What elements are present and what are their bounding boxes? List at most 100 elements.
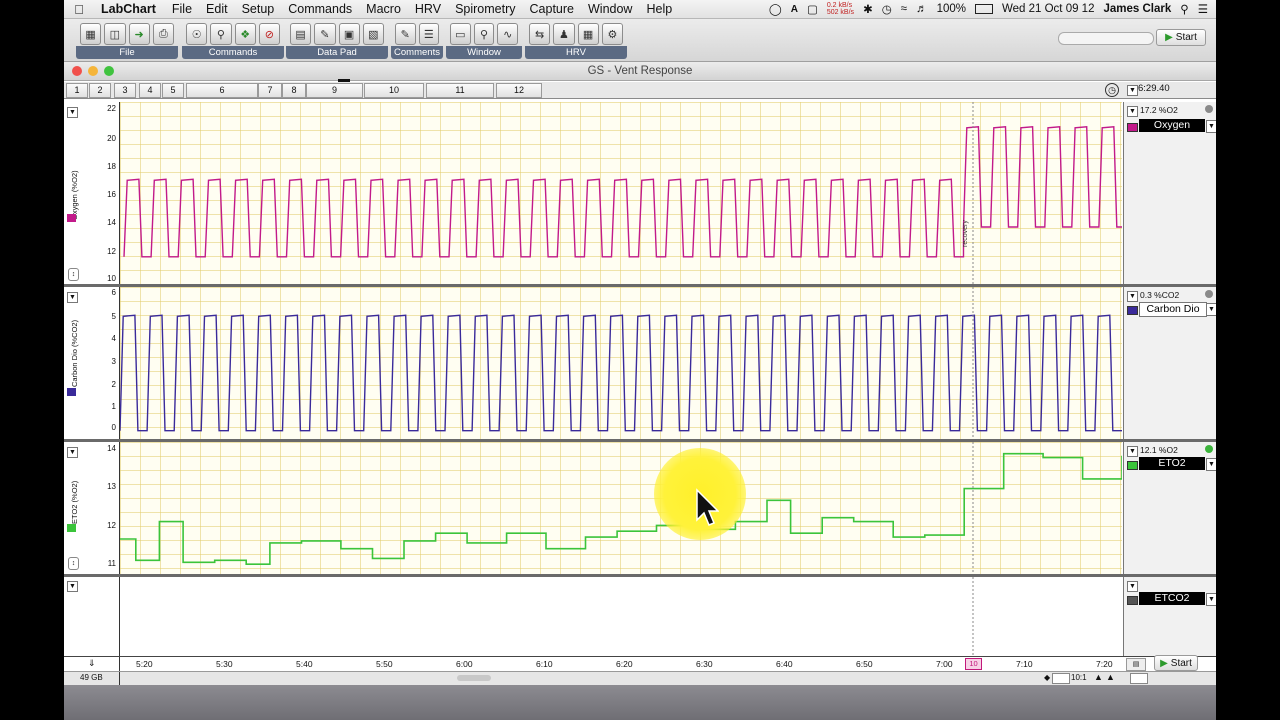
page-tab-6[interactable]: 6	[186, 83, 258, 98]
co2-value-menu[interactable]: ▼	[1127, 291, 1138, 302]
delete-icon[interactable]: ⊘	[258, 23, 280, 45]
page-tab-10[interactable]: 10	[364, 83, 424, 98]
time-machine-icon[interactable]: ◷	[882, 2, 892, 16]
zoom-view-icon[interactable]: ⚲	[473, 23, 495, 45]
compression-icon[interactable]	[1052, 673, 1070, 684]
eto2-channel-menu[interactable]: ▼	[67, 447, 78, 458]
menu-spirometry[interactable]: Spirometry	[448, 2, 522, 16]
bluetooth-icon[interactable]: ✱	[863, 2, 873, 16]
hrv-settings-icon[interactable]: ⇆	[529, 23, 551, 45]
adobe-icon[interactable]: A	[791, 4, 798, 15]
selection-icon[interactable]: ❖	[234, 23, 256, 45]
co2-channel-menu[interactable]: ▼	[67, 292, 78, 303]
volume-icon[interactable]: ♬	[916, 3, 928, 15]
oxygen-value-menu[interactable]: ▼	[1127, 106, 1138, 117]
user-name[interactable]: James Clark	[1103, 3, 1171, 15]
add-to-data-pad-icon[interactable]: ✎	[314, 23, 336, 45]
time-tick: 5:20	[136, 659, 153, 669]
scope-icon[interactable]: ▤	[1126, 658, 1146, 671]
close-window-button[interactable]	[72, 66, 82, 76]
co2-plot[interactable]	[119, 287, 1122, 439]
time-format-dropdown[interactable]: ▼	[1127, 85, 1138, 96]
zoom-in-large-icon[interactable]: ▲	[1106, 672, 1115, 682]
hrv-options-icon[interactable]: ⚙	[601, 23, 623, 45]
etco2-channel-name[interactable]: ETCO2	[1139, 592, 1205, 605]
wifi-icon[interactable]: ≈	[901, 3, 907, 15]
binoculars-icon[interactable]: ☉	[186, 23, 208, 45]
co2-channel-name[interactable]: Carbon Dio	[1139, 302, 1207, 317]
page-tab-11[interactable]: 11	[426, 83, 494, 98]
menu-setup[interactable]: Setup	[235, 2, 282, 16]
page-tab-12[interactable]: 12	[496, 83, 542, 98]
print-icon[interactable]: ⎙	[152, 23, 174, 45]
start-button[interactable]: ▶ Start	[1156, 29, 1206, 46]
page-tab-3[interactable]: 3	[114, 83, 136, 98]
menu-window[interactable]: Window	[581, 2, 639, 16]
comments-list-icon[interactable]: ☰	[418, 23, 439, 45]
oxygen-plot[interactable]: recovery	[120, 102, 1126, 284]
oxygen-name-dropdown[interactable]: ▼	[1206, 120, 1216, 133]
toolbar-search-field[interactable]	[1058, 32, 1154, 45]
etco2-name-dropdown[interactable]: ▼	[1206, 593, 1216, 606]
page-tab-2[interactable]: 2	[89, 83, 111, 98]
add-comment-icon[interactable]: ✎	[395, 23, 416, 45]
chart-view-icon[interactable]: ▭	[450, 23, 471, 45]
battery-percent[interactable]: 100%	[937, 3, 966, 15]
new-document-icon[interactable]: ▦	[80, 23, 102, 45]
page-tab-7[interactable]: 7	[258, 83, 282, 98]
marker-icon[interactable]: ⇓	[88, 658, 96, 669]
menu-hrv[interactable]: HRV	[408, 2, 448, 16]
eto2-value-menu[interactable]: ▼	[1127, 446, 1138, 457]
hrv-report-icon[interactable]: ▦	[577, 23, 599, 45]
import-icon[interactable]: ➜	[128, 23, 150, 45]
page-tab-4[interactable]: 4	[139, 83, 161, 98]
menu-file[interactable]: File	[165, 2, 199, 16]
page-tab-9[interactable]: 9	[306, 83, 363, 98]
notification-center-icon[interactable]: ☰	[1198, 2, 1208, 16]
oxygen-channel-menu[interactable]: ▼	[67, 107, 78, 118]
co2-name-dropdown[interactable]: ▼	[1206, 303, 1216, 316]
accessibility-icon[interactable]: ◯	[769, 2, 782, 16]
zoom-level[interactable]: 10:1	[1071, 673, 1087, 682]
minimize-window-button[interactable]	[88, 66, 98, 76]
menu-macro[interactable]: Macro	[359, 2, 408, 16]
eto2-channel-panel: ▼ 12.1 %O2 ETO2 ▼	[1123, 442, 1216, 574]
apple-icon[interactable]: 	[64, 2, 94, 17]
etco2-plot[interactable]	[120, 577, 1122, 656]
find-icon[interactable]: ⚲	[210, 23, 232, 45]
data-pad-view-icon[interactable]: ▣	[338, 23, 360, 45]
etco2-channel-menu[interactable]: ▼	[67, 581, 78, 592]
screen-icon[interactable]: ▢	[807, 2, 818, 16]
multiple-add-icon[interactable]: ▧	[362, 23, 384, 45]
menu-edit[interactable]: Edit	[199, 2, 235, 16]
hrv-person-icon[interactable]: ♟	[553, 23, 575, 45]
menu-app-name[interactable]: LabChart	[94, 2, 165, 16]
comment-marker[interactable]: 10	[965, 658, 982, 670]
oxygen-channel-name[interactable]: Oxygen	[1139, 119, 1205, 132]
horizontal-scrollbar-thumb[interactable]	[457, 675, 491, 681]
zoom-in-icon[interactable]: ▲	[1094, 672, 1103, 682]
clock[interactable]: Wed 21 Oct 09 12	[1002, 3, 1094, 15]
eto2-channel-name[interactable]: ETO2	[1139, 457, 1205, 470]
page-tab-5[interactable]: 5	[162, 83, 184, 98]
data-pad-icon[interactable]: ▤	[290, 23, 312, 45]
start-button-bottom[interactable]: ▶ Start	[1154, 655, 1198, 671]
open-folder-icon[interactable]: ◫	[104, 23, 126, 45]
spotlight-icon[interactable]: ⚲	[1180, 2, 1188, 16]
menu-capture[interactable]: Capture	[523, 2, 581, 16]
menu-help[interactable]: Help	[639, 2, 679, 16]
eto2-scale-control[interactable]: ↕	[68, 557, 79, 570]
oxygen-scale-control[interactable]: ↕	[68, 268, 79, 281]
page-tab-1[interactable]: 1	[66, 83, 88, 98]
eto2-plot[interactable]	[120, 442, 1123, 574]
eto2-name-dropdown[interactable]: ▼	[1206, 458, 1216, 471]
scope-view-icon[interactable]: ∿	[497, 23, 519, 45]
zoom-out-icon[interactable]: ◆	[1044, 673, 1050, 682]
fit-view-icon[interactable]	[1130, 673, 1148, 684]
battery-icon[interactable]	[974, 4, 993, 14]
clock-icon[interactable]: ◷	[1105, 83, 1119, 97]
zoom-window-button[interactable]	[104, 66, 114, 76]
menu-commands[interactable]: Commands	[281, 2, 359, 16]
etco2-value-menu[interactable]: ▼	[1127, 581, 1138, 592]
page-tab-8[interactable]: 8	[282, 83, 306, 98]
